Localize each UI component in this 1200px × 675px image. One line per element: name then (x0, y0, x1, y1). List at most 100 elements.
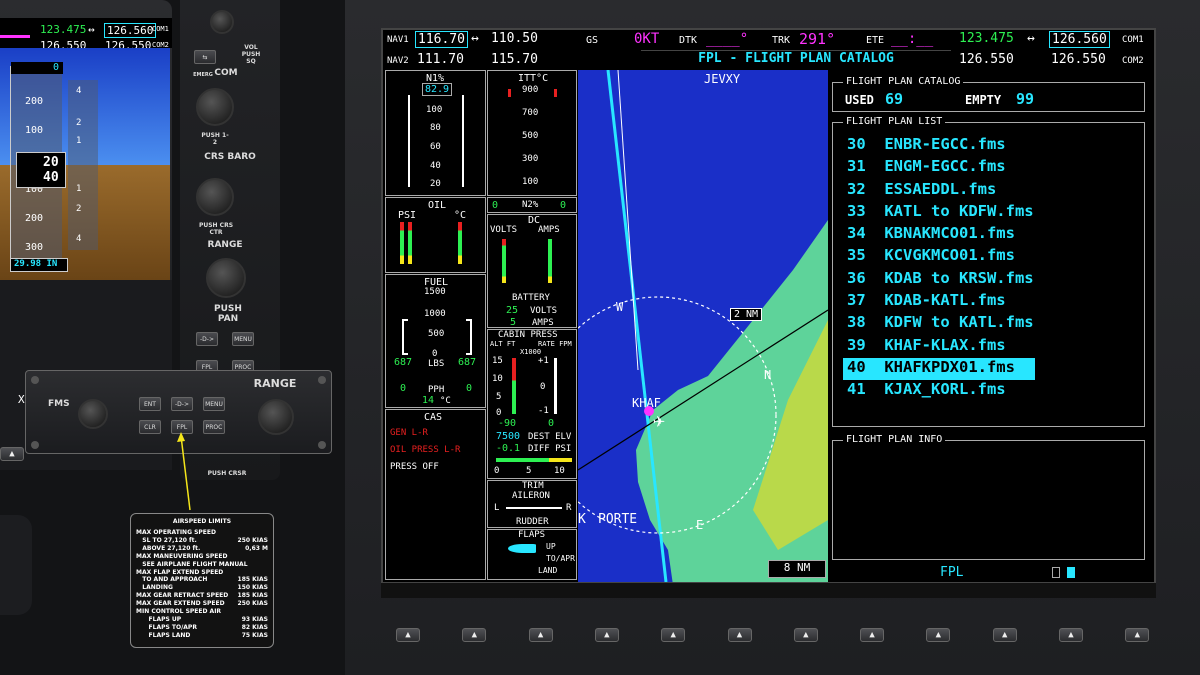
page-indicator-active (1067, 567, 1075, 578)
oil-psi-bar (408, 222, 412, 264)
waypoint-porte[interactable]: PORTE (598, 512, 637, 527)
flaps-box: FLAPS UP TO/APR LAND (487, 529, 577, 580)
n1-tick: 20 (430, 179, 441, 189)
flight-plan-item[interactable]: 41 KJAX_KORL.fms (843, 380, 1143, 402)
placard-rows: MAX OPERATING SPEED SL TO 27,120 ft. 250 … (136, 529, 268, 640)
softkey-button[interactable]: ▲ (860, 628, 885, 642)
flight-plan-item[interactable]: 30 ENBR-EGCC.fms (843, 135, 1143, 157)
fuel-temp: 14 (422, 395, 435, 406)
placard-row-label: MAX OPERATING SPEED (136, 529, 216, 536)
fuel-right: 687 (458, 357, 477, 368)
mfd-top-bar: NAV1 116.70 ↔ 110.50 NAV2 111.70 115.70 … (381, 28, 1156, 70)
pph-right: 0 (466, 383, 473, 394)
softkey-button[interactable]: ▲ (926, 628, 951, 642)
com2-standby: 126.550 (1051, 52, 1106, 67)
waypoint-jevxy[interactable]: JEVXY (704, 72, 740, 86)
placard-row: MAX OPERATING SPEED (136, 529, 268, 537)
com2-active: 126.550 (959, 52, 1014, 67)
flight-plan-list: 30 ENBR-EGCC.fms 31 ENGM-EGCC.fms 32 ESSAE… (843, 135, 1143, 403)
itt-tick: 100 (522, 177, 539, 187)
softkey-button[interactable]: ▲ (727, 628, 752, 642)
com1-standby[interactable]: 126.560 (1049, 31, 1110, 48)
flight-plan-item[interactable]: 40 KHAFKPDX01.fms (843, 357, 1035, 381)
placard-row: FLAPS TO/APR 82 KIAS (136, 624, 268, 632)
compass-w: W (616, 300, 624, 314)
oil-gauge: OIL PSI °C (385, 197, 486, 273)
placard-row-value: 250 KIAS (237, 600, 268, 608)
ete-label: ETE (866, 35, 885, 46)
flight-plan-item[interactable]: 39 KHAF-KLAX.fms (843, 336, 1143, 358)
placard-row-value: 185 KIAS (237, 576, 268, 584)
used-label: USED (845, 93, 874, 107)
compass-e: E (696, 518, 704, 532)
softkey-button[interactable]: ▲ (793, 628, 818, 642)
swap-icon[interactable]: ↔ (1027, 31, 1035, 46)
trim-left: L (494, 503, 500, 513)
flight-plan-list-box: FLIGHT PLAN LIST 30 ENBR-EGCC.fms 31 ENGM… (832, 116, 1145, 427)
fuel-tick: 1000 (424, 309, 446, 319)
airspeed-limits-placard: AIRSPEED LIMITS MAX OPERATING SPEED SL T… (130, 513, 274, 648)
diff-psi-value: -0.1 (496, 443, 521, 454)
nav1-active[interactable]: 116.70 (415, 31, 468, 48)
flight-path-line (606, 70, 668, 582)
cabin-press-gauge: CABIN PRESS ALT FT RATE FPM X1000 15 10 … (487, 329, 577, 479)
itt-tick: 900 (522, 85, 539, 95)
softkey-button[interactable]: ▲ (661, 628, 686, 642)
aileron-label: AILERON (512, 491, 550, 501)
placard-row: MIN CONTROL SPEED AIR (136, 608, 268, 616)
placard-row: SEE AIRPLANE FLIGHT MANUAL (136, 561, 268, 569)
flight-plan-item[interactable]: 32 ESSAEDDL.fms (843, 180, 1143, 202)
flaps-label: FLAPS (518, 530, 546, 540)
oil-degc: °C (454, 210, 467, 221)
flight-plan-item[interactable]: 38 KDFW to KATL.fms (843, 313, 1143, 335)
placard-row-label: ABOVE 27,120 ft. (136, 544, 201, 552)
empty-value: 99 (1016, 90, 1035, 108)
battery-label: BATTERY (512, 293, 550, 303)
softkey-button[interactable]: ▲ (992, 628, 1017, 642)
alt-ft-label: ALT FT (490, 340, 516, 348)
placard-row-value: 93 KIAS (241, 615, 268, 623)
catalog-box: FLIGHT PLAN CATALOG USED 69 EMPTY 99 (832, 76, 1145, 112)
softkey-button[interactable]: ▲ (1059, 628, 1083, 642)
nav2-standby: 115.70 (491, 52, 538, 67)
placard-row-label: FLAPS LAND (136, 631, 191, 639)
pph-left: 0 (400, 383, 407, 394)
placard-row-label: LANDING (136, 584, 173, 592)
list-title: FLIGHT PLAN LIST (843, 116, 946, 127)
flight-plan-item[interactable]: 34 KBNAKMCO01.fms (843, 224, 1143, 246)
flight-plan-item[interactable]: 31 ENGM-EGCC.fms (843, 157, 1143, 179)
flight-plan-item[interactable]: 35 KCVGKMCO01.fms (843, 246, 1143, 268)
n1-value: 82.9 (422, 83, 453, 96)
ete-value: __:__ (891, 31, 934, 47)
flight-plan-item[interactable]: 36 KDAB to KRSW.fms (843, 269, 1143, 291)
fuel-temp-unit: °C (440, 396, 451, 406)
trim-box: TRIM AILERON L R RUDDER (487, 480, 577, 528)
softkey-button[interactable]: ▲ (594, 628, 619, 642)
placard-row-label: MAX MANEUVERING SPEED (136, 552, 228, 560)
softkey-button[interactable]: ▲ (396, 628, 420, 642)
aircraft-icon: ✈ (653, 408, 666, 432)
flight-plan-item[interactable]: 37 KDAB-KATL.fms (843, 291, 1143, 313)
fuel-tick: 500 (428, 329, 445, 339)
navigation-map[interactable]: JEVXY 2 NM KHAF ✈ K PORTE N E W 8 NM (578, 70, 828, 582)
placard-row-label: FLAPS TO/APR (136, 623, 197, 631)
softkey-button[interactable]: ▲ (528, 628, 553, 642)
softkey-button[interactable]: ▲ (1125, 628, 1150, 642)
catalog-title: FLIGHT PLAN CATALOG (843, 76, 964, 87)
nav2-active: 111.70 (417, 52, 464, 67)
com1-label: COM1 (1122, 35, 1144, 45)
n2-label: N2% (522, 200, 539, 210)
swap-icon[interactable]: ↔ (471, 31, 479, 46)
placard-row-value: 250 KIAS (237, 536, 268, 544)
dtk-value: ____° (706, 31, 749, 47)
map-k-label: K (578, 512, 586, 527)
flight-plan-item[interactable]: 33 KATL to KDFW.fms (843, 202, 1143, 224)
x1000-label: X1000 (520, 348, 542, 356)
softkey-button[interactable]: ▲ (462, 628, 487, 642)
n1-gauge: N1% 82.9 100 80 60 40 20 (385, 70, 486, 196)
flight-plan-catalog-window: FLIGHT PLAN CATALOG USED 69 EMPTY 99 FLI… (828, 70, 1154, 582)
page-group-label: FPL (940, 565, 964, 580)
dtk-label: DTK (679, 35, 698, 46)
map-range[interactable]: 8 NM (768, 560, 826, 578)
softkey-label-bar (381, 582, 1156, 598)
